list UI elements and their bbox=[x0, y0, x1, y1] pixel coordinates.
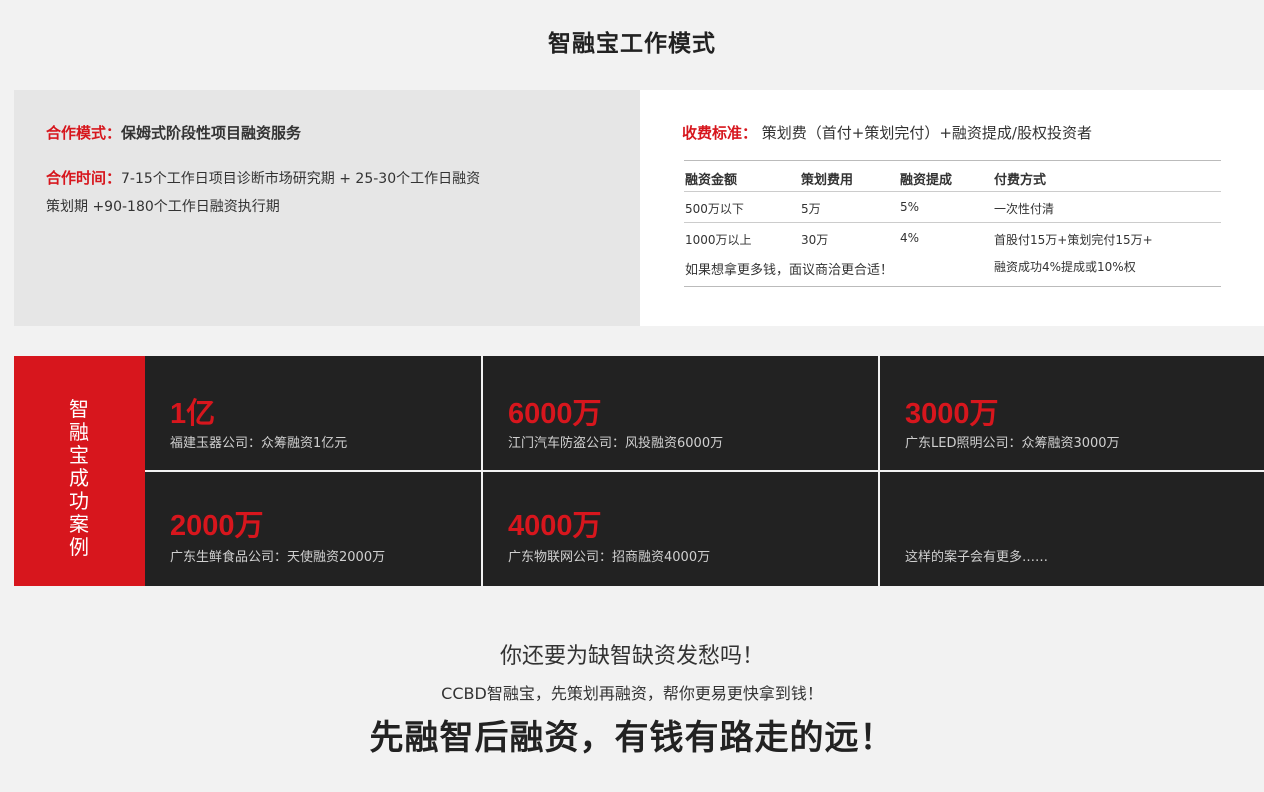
header-commission: 融资提成 bbox=[900, 173, 953, 188]
header-planning-fee: 策划费用 bbox=[801, 173, 854, 188]
case-desc: 福建玉器公司：众筹融资1亿元 bbox=[170, 436, 348, 451]
case-card: 这样的案子会有更多…… bbox=[880, 472, 1264, 586]
cell-amount: 500万以下 bbox=[685, 202, 744, 216]
page-title: 智融宝工作模式 bbox=[548, 31, 716, 57]
cell-payment: 一次性付清 bbox=[994, 202, 1055, 216]
cooperation-mode: 合作模式：保姆式阶段性项目融资服务 bbox=[46, 122, 301, 143]
fee-standard-value: 策划费（首付+策划完付）+融资提成/股权投资者 bbox=[761, 124, 1092, 142]
success-cases: 智融宝成功案例 1亿 福建玉器公司：众筹融资1亿元 6000万 江门汽车防盗公司… bbox=[14, 356, 1264, 586]
slogan-subtitle: CCBD智融宝，先策划再融资，帮你更易更快拿到钱！ bbox=[441, 684, 823, 703]
case-amount: 3000万 bbox=[905, 398, 999, 430]
case-card: 1亿 福建玉器公司：众筹融资1亿元 bbox=[145, 356, 481, 470]
case-desc: 江门汽车防盗公司：风投融资6000万 bbox=[508, 436, 724, 451]
case-card: 4000万 广东物联网公司：招商融资4000万 bbox=[483, 472, 878, 586]
cell-payment: 首股付15万+策划完付15万+ bbox=[994, 233, 1153, 247]
case-amount: 4000万 bbox=[508, 510, 602, 542]
cell-planning-fee: 5万 bbox=[801, 202, 821, 216]
header-amount: 融资金额 bbox=[685, 173, 738, 188]
fee-standard-label: 收费标准： bbox=[682, 124, 758, 142]
case-more-text: 这样的案子会有更多…… bbox=[905, 550, 1049, 565]
cases-label-panel: 智融宝成功案例 bbox=[14, 356, 145, 586]
case-amount: 1亿 bbox=[170, 398, 216, 430]
case-card: 3000万 广东LED照明公司：众筹融资3000万 bbox=[880, 356, 1264, 470]
slogan-question: 你还要为缺智缺资发愁吗！ bbox=[499, 644, 764, 669]
case-desc: 广东物联网公司：招商融资4000万 bbox=[508, 550, 711, 565]
cooperation-time: 合作时间：7-15个工作日项目诊断市场研究期 + 25-30个工作日融资策划期 … bbox=[46, 164, 486, 221]
case-desc: 广东LED照明公司：众筹融资3000万 bbox=[905, 436, 1120, 451]
table-row: 1000万以上 30万 4% 首股付15万+策划完付15万+ 如果想拿更多钱，面… bbox=[684, 223, 1221, 286]
fee-standard: 收费标准： 策划费（首付+策划完付）+融资提成/股权投资者 bbox=[682, 122, 1092, 143]
fee-panel: 收费标准： 策划费（首付+策划完付）+融资提成/股权投资者 融资金额 策划费用 … bbox=[640, 90, 1264, 326]
case-amount: 2000万 bbox=[170, 510, 264, 542]
cases-label: 智融宝成功案例 bbox=[69, 397, 89, 559]
slogan-headline: 先融智后融资，有钱有路走的远！ bbox=[369, 718, 895, 758]
cooperation-time-label: 合作时间： bbox=[46, 169, 122, 187]
cooperation-mode-label: 合作模式： bbox=[46, 124, 122, 142]
case-desc: 广东生鲜食品公司：天使融资2000万 bbox=[170, 550, 386, 565]
cell-commission: 4% bbox=[900, 231, 920, 245]
cell-payment-continued: 融资成功4%提成或10%权 bbox=[994, 260, 1136, 274]
cell-amount: 1000万以上 bbox=[685, 233, 752, 247]
fee-note: 如果想拿更多钱，面议商洽更合适！ bbox=[685, 263, 894, 278]
case-card: 6000万 江门汽车防盗公司：风投融资6000万 bbox=[483, 356, 878, 470]
header-payment: 付费方式 bbox=[994, 173, 1047, 188]
case-amount: 6000万 bbox=[508, 398, 602, 430]
fee-table: 融资金额 策划费用 融资提成 付费方式 500万以下 5万 5% 一次性付清 1… bbox=[684, 160, 1221, 287]
cell-planning-fee: 30万 bbox=[801, 233, 829, 247]
table-row: 500万以下 5万 5% 一次性付清 bbox=[684, 192, 1221, 223]
cooperation-mode-value: 保姆式阶段性项目融资服务 bbox=[121, 124, 302, 142]
cell-commission: 5% bbox=[900, 200, 920, 214]
case-card: 2000万 广东生鲜食品公司：天使融资2000万 bbox=[145, 472, 481, 586]
fee-table-header: 融资金额 策划费用 融资提成 付费方式 bbox=[684, 161, 1221, 192]
cooperation-panel: 合作模式：保姆式阶段性项目融资服务 合作时间：7-15个工作日项目诊断市场研究期… bbox=[14, 90, 640, 326]
